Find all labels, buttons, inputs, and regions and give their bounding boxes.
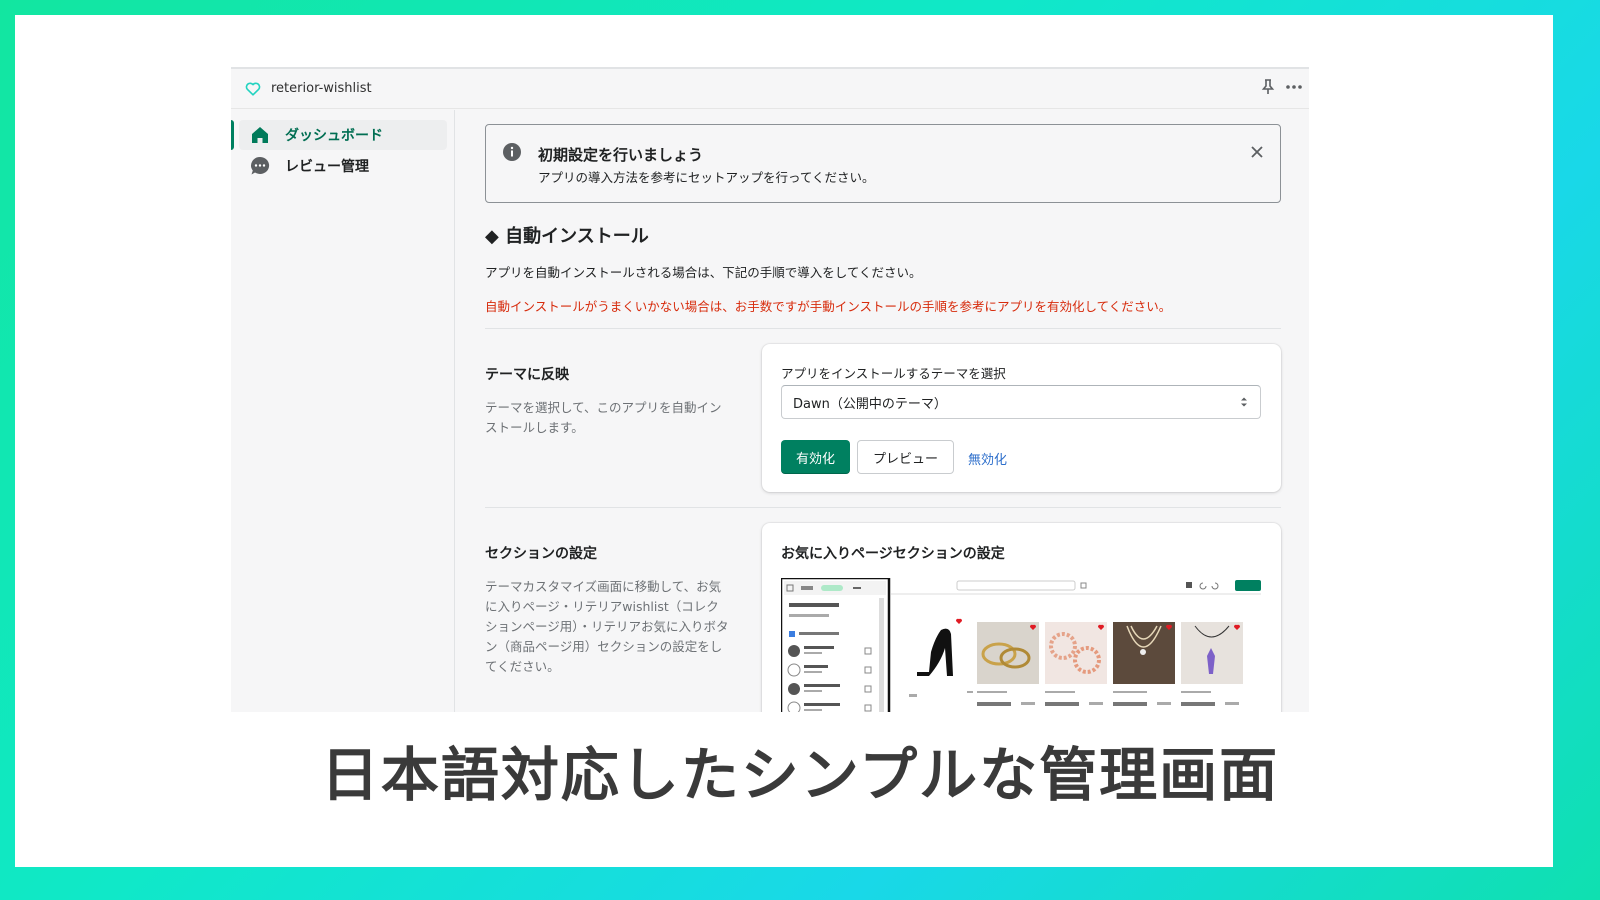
app-topbar: reterior-wishlist [231,69,1309,109]
home-icon [252,127,268,143]
more-icon[interactable] [1285,84,1303,90]
divider [485,507,1281,508]
enable-button[interactable]: 有効化 [781,440,850,474]
disable-link[interactable]: 無効化 [968,449,1007,468]
chat-icon [251,156,270,175]
auto-install-title: ◆ 自動インストール [485,226,649,247]
theme-section-title: テーマに反映 [485,367,569,383]
section-card-title: お気に入りページセクションの設定 [781,546,1005,562]
sidebar-item-label: ダッシュボード [285,128,383,144]
theme-select-label: アプリをインストールするテーマを選択 [781,366,1006,381]
setup-banner: 初期設定を行いましょう アプリの導入方法を参考にセットアップを行ってください。 [485,124,1281,203]
section-settings-card: お気に入りページセクションの設定 [762,523,1281,712]
sidebar-item-dashboard[interactable]: ダッシュボード [231,120,447,150]
slide-caption: 日本語対応したシンプルな管理画面 [320,741,1280,809]
section-settings-title: セクションの設定 [485,546,597,562]
app-window: reterior-wishlist ダッシュボード レビュー管理 初期設定を行い… [231,67,1309,712]
divider [485,328,1281,329]
theme-editor-preview [781,578,1261,712]
banner-title: 初期設定を行いましょう [538,146,704,164]
sidebar-item-label: レビュー管理 [285,159,369,175]
banner-text: アプリの導入方法を参考にセットアップを行ってください。 [538,170,875,185]
section-settings-desc: テーマカスタマイズ画面に移動して、お気に入りページ・リテリアwishlist（コ… [485,579,729,674]
main-content: 初期設定を行いましょう アプリの導入方法を参考にセットアップを行ってください。 … [485,110,1281,712]
theme-editor-preview-image [781,578,1261,712]
heart-icon [245,81,261,96]
preview-button[interactable]: プレビュー [857,440,954,474]
select-arrows-icon [1241,397,1247,407]
pin-icon[interactable] [1261,79,1275,95]
sidebar-item-reviews[interactable]: レビュー管理 [239,151,447,181]
theme-card: アプリをインストールするテーマを選択 Dawn（公開中のテーマ） 有効化 プレビ… [762,344,1281,492]
info-icon [503,143,521,161]
sidebar: ダッシュボード レビュー管理 [231,110,455,712]
auto-install-desc: アプリを自動インストールされる場合は、下記の手順で導入をしてください。 [485,265,922,280]
close-icon[interactable] [1248,143,1266,161]
app-name: reterior-wishlist [271,81,372,96]
auto-install-warning: 自動インストールがうまくいかない場合は、お手数ですが手動インストールの手順を参考… [485,299,1172,314]
theme-select-value: Dawn（公開中のテーマ） [793,396,947,412]
theme-select[interactable]: Dawn（公開中のテーマ） [781,385,1261,419]
theme-section-desc: テーマを選択して、このアプリを自動インストールします。 [485,400,722,435]
